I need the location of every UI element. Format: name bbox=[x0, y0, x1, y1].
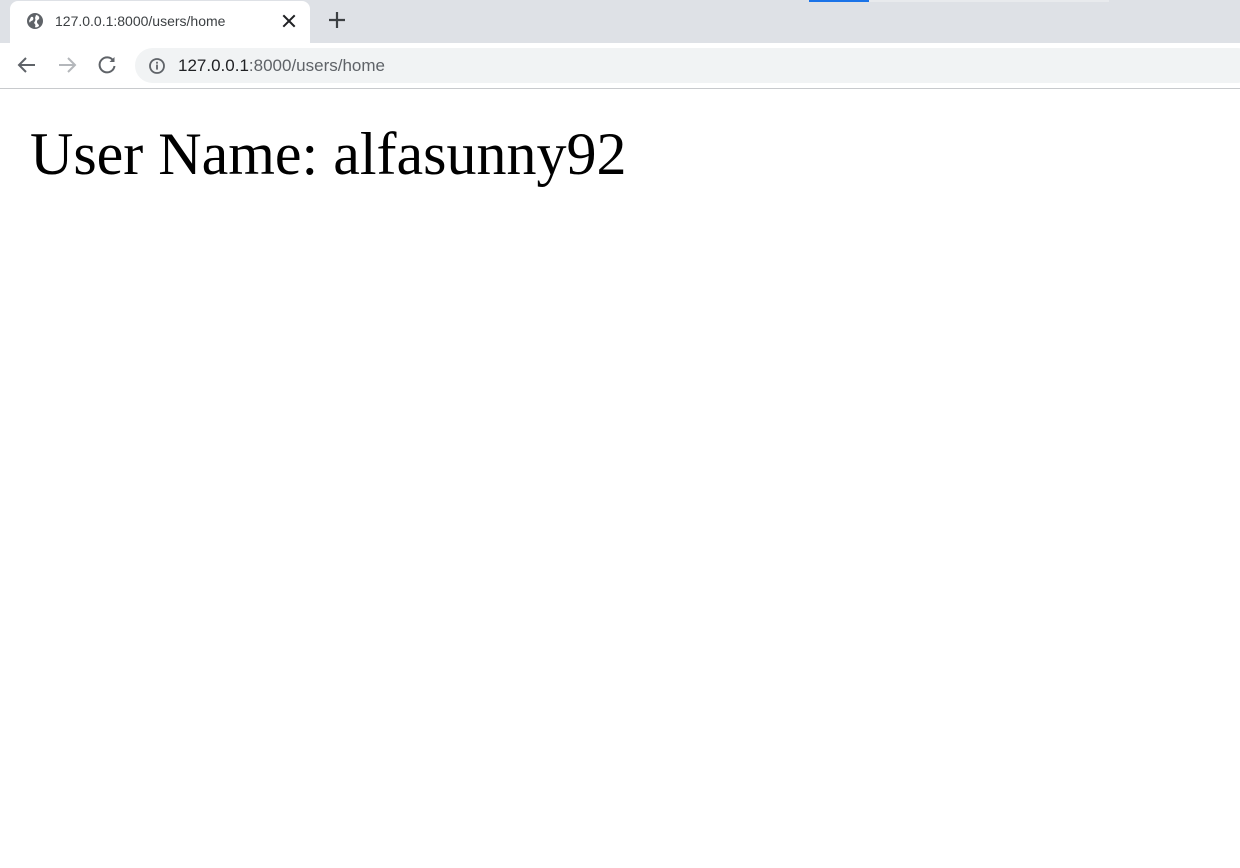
page-heading: User Name: alfasunny92 bbox=[30, 121, 627, 187]
page-content: User Name: alfasunny92 bbox=[0, 89, 1240, 868]
url-path: :8000/users/home bbox=[248, 56, 385, 75]
top-accent-line bbox=[809, 0, 869, 2]
address-bar[interactable]: 127.0.0.1:8000/users/home bbox=[135, 48, 1240, 83]
tab-active[interactable]: 127.0.0.1:8000/users/home bbox=[10, 1, 310, 43]
forward-button[interactable] bbox=[55, 53, 79, 77]
url-host: 127.0.0.1 bbox=[178, 56, 249, 75]
tab-strip: 127.0.0.1:8000/users/home bbox=[0, 0, 1240, 43]
arrow-right-icon bbox=[59, 57, 77, 73]
reload-button[interactable] bbox=[95, 53, 119, 77]
url-text[interactable]: 127.0.0.1:8000/users/home bbox=[178, 56, 385, 76]
close-icon[interactable] bbox=[280, 12, 298, 30]
browser-window: 127.0.0.1:8000/users/home 127.0.0.1:8000… bbox=[0, 0, 1240, 868]
back-button[interactable] bbox=[15, 53, 39, 77]
reload-icon bbox=[98, 56, 116, 74]
top-accent-line-grey bbox=[869, 0, 1109, 2]
info-icon[interactable] bbox=[148, 57, 166, 75]
arrow-left-icon bbox=[17, 57, 35, 73]
new-tab-button[interactable] bbox=[326, 9, 348, 31]
tab-title: 127.0.0.1:8000/users/home bbox=[55, 13, 226, 29]
browser-toolbar: 127.0.0.1:8000/users/home bbox=[0, 43, 1240, 89]
globe-icon bbox=[26, 12, 44, 30]
plus-icon bbox=[329, 12, 345, 28]
